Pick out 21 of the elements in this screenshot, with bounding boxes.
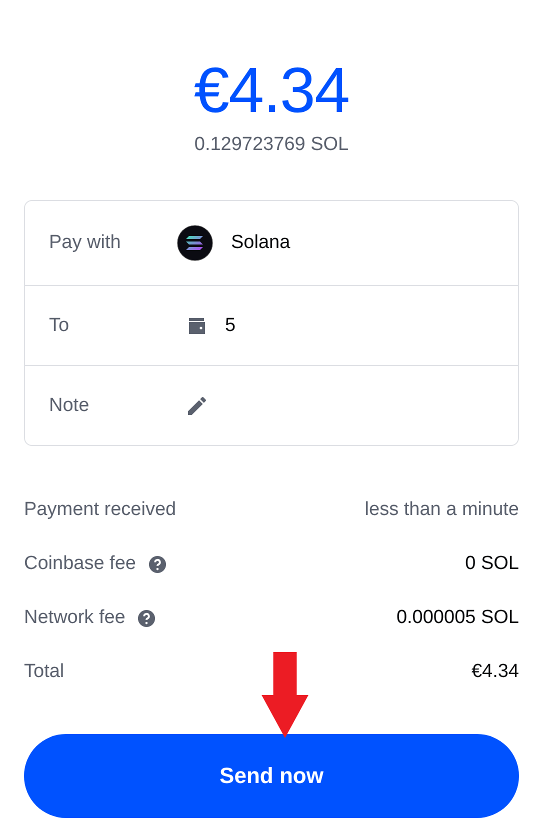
send-button[interactable]: Send now <box>24 734 519 818</box>
summary-label: Network fee <box>24 607 126 629</box>
row-value: Solana <box>231 232 290 254</box>
summary-value: 0.000005 SOL <box>396 607 519 629</box>
row-label: Note <box>49 394 90 416</box>
summary-value: €4.34 <box>471 661 519 683</box>
summary-label: Payment received <box>24 499 176 521</box>
help-icon[interactable] <box>137 608 156 628</box>
amount-text: €4.34 <box>194 53 350 128</box>
summary-label: Total <box>24 661 64 683</box>
help-icon[interactable] <box>148 554 167 574</box>
row-label: Pay with <box>49 232 122 254</box>
wallet-icon <box>187 316 207 336</box>
summary-value: less than a minute <box>364 499 519 521</box>
summary-value: 0 SOL <box>465 553 519 575</box>
arrow-annotation-icon <box>261 652 309 740</box>
summary-label: Coinbase fee <box>24 553 136 575</box>
row-label: To <box>49 314 70 336</box>
coin-icon <box>177 225 213 261</box>
crypto-amount: 0.129723769 SOL <box>194 134 349 156</box>
row-value: 5 <box>225 314 236 336</box>
